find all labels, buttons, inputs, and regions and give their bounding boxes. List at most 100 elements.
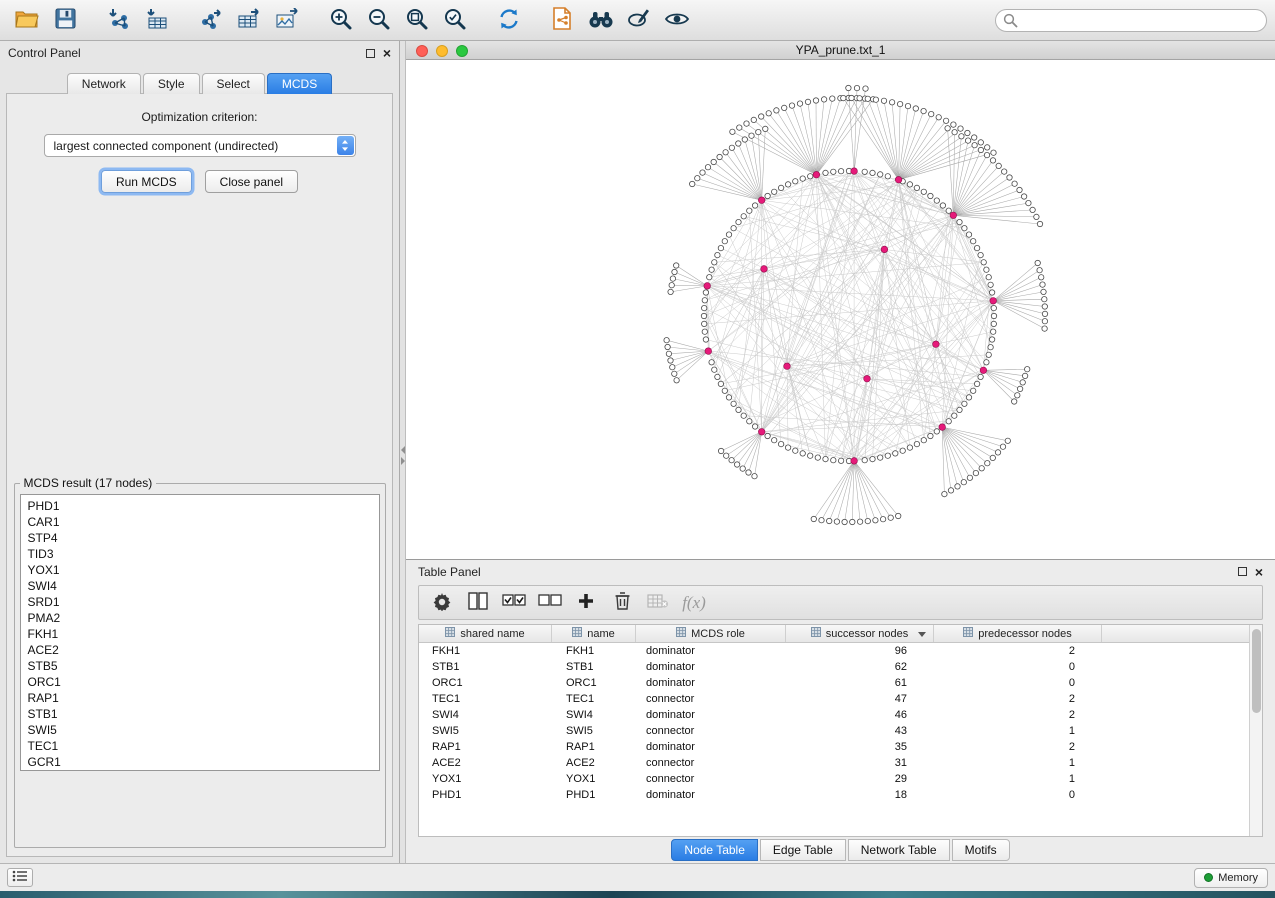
table-cell: 29 bbox=[786, 771, 934, 787]
tab-edge-table[interactable]: Edge Table bbox=[760, 839, 846, 861]
table-panel-tabs: Node TableEdge TableNetwork TableMotifs bbox=[406, 837, 1275, 863]
column-header-filler bbox=[1102, 625, 1249, 642]
table-row[interactable]: STB1STB1dominator620 bbox=[419, 659, 1249, 675]
binoculars-button[interactable] bbox=[582, 4, 620, 36]
sort-dropdown-icon[interactable] bbox=[918, 632, 926, 637]
float-table-panel-icon[interactable] bbox=[1238, 567, 1247, 576]
zoom-selected-button[interactable] bbox=[436, 4, 474, 36]
maximize-window-icon[interactable] bbox=[456, 45, 468, 57]
select-all-button[interactable] bbox=[499, 589, 529, 617]
mcds-result-item[interactable]: CAR1 bbox=[28, 514, 379, 530]
save-session-button[interactable] bbox=[46, 4, 84, 36]
export-document-button[interactable] bbox=[544, 4, 582, 36]
network-titlebar[interactable]: YPA_prune.txt_1 bbox=[406, 41, 1275, 60]
import-table-button[interactable] bbox=[138, 4, 176, 36]
mcds-result-item[interactable]: TID3 bbox=[28, 546, 379, 562]
splitter-collapse-icon[interactable] bbox=[400, 446, 406, 465]
close-panel-icon[interactable]: × bbox=[383, 48, 391, 58]
close-table-panel-icon[interactable]: × bbox=[1255, 567, 1263, 577]
minimize-window-icon[interactable] bbox=[436, 45, 448, 57]
table-row[interactable]: ORC1ORC1dominator610 bbox=[419, 675, 1249, 691]
zoom-fit-button[interactable] bbox=[398, 4, 436, 36]
export-image-button[interactable] bbox=[268, 4, 306, 36]
table-row[interactable]: TEC1TEC1connector472 bbox=[419, 691, 1249, 707]
list-icon bbox=[12, 870, 28, 885]
search-input[interactable] bbox=[995, 9, 1267, 32]
float-panel-icon[interactable] bbox=[366, 49, 375, 58]
table-row[interactable]: RAP1RAP1dominator352 bbox=[419, 739, 1249, 755]
refresh-button[interactable] bbox=[490, 4, 528, 36]
delete-column-button[interactable] bbox=[607, 589, 637, 617]
mcds-result-item[interactable]: RAP1 bbox=[28, 690, 379, 706]
table-body: FKH1FKH1dominator962STB1STB1dominator620… bbox=[419, 643, 1249, 836]
mcds-result-item[interactable]: TEC1 bbox=[28, 738, 379, 754]
criterion-dropdown[interactable]: largest connected component (undirected) bbox=[44, 134, 356, 157]
function-builder-button[interactable]: f(x) bbox=[679, 589, 709, 617]
panel-splitter[interactable] bbox=[400, 41, 406, 863]
tab-network-table[interactable]: Network Table bbox=[848, 839, 950, 861]
scrollbar-thumb[interactable] bbox=[1252, 629, 1261, 713]
split-panel-button[interactable] bbox=[463, 589, 493, 617]
deselect-all-button[interactable] bbox=[535, 589, 565, 617]
add-column-button[interactable] bbox=[571, 589, 601, 617]
task-history-button[interactable] bbox=[7, 868, 33, 887]
tab-node-table[interactable]: Node Table bbox=[671, 839, 758, 861]
table-cell: 46 bbox=[786, 707, 934, 723]
tab-mcds[interactable]: MCDS bbox=[267, 73, 332, 94]
dominator-node bbox=[758, 429, 765, 436]
tab-select[interactable]: Select bbox=[202, 73, 265, 94]
network-canvas[interactable] bbox=[406, 60, 1275, 559]
table-scrollbar[interactable] bbox=[1249, 625, 1262, 836]
mcds-result-item[interactable]: STB5 bbox=[28, 658, 379, 674]
close-window-icon[interactable] bbox=[416, 45, 428, 57]
zoom-in-button[interactable] bbox=[322, 4, 360, 36]
export-table-button[interactable] bbox=[230, 4, 268, 36]
table-settings-button[interactable] bbox=[427, 589, 457, 617]
table-row[interactable]: SWI5SWI5connector431 bbox=[419, 723, 1249, 739]
close-panel-button[interactable]: Close panel bbox=[205, 170, 298, 193]
table-cell: TEC1 bbox=[552, 691, 636, 707]
mcds-result-item[interactable]: PMA2 bbox=[28, 610, 379, 626]
mcds-result-item[interactable]: GCR1 bbox=[28, 754, 379, 770]
table-cell: connector bbox=[636, 771, 786, 787]
table-row[interactable]: PHD1PHD1dominator180 bbox=[419, 787, 1249, 803]
column-header-mcds-role[interactable]: MCDS role bbox=[636, 625, 786, 642]
tab-motifs[interactable]: Motifs bbox=[952, 839, 1010, 861]
table-row[interactable]: YOX1YOX1connector291 bbox=[419, 771, 1249, 787]
table-cell: 0 bbox=[934, 787, 1102, 803]
export-network-button[interactable] bbox=[192, 4, 230, 36]
tab-style[interactable]: Style bbox=[143, 73, 200, 94]
import-network-button[interactable] bbox=[100, 4, 138, 36]
annotation-button[interactable] bbox=[620, 4, 658, 36]
open-session-button[interactable] bbox=[8, 4, 46, 36]
column-header-successor-nodes[interactable]: successor nodes bbox=[786, 625, 934, 642]
delete-table-button-disabled[interactable] bbox=[643, 589, 673, 617]
column-header-predecessor-nodes[interactable]: predecessor nodes bbox=[934, 625, 1102, 642]
table-row[interactable]: FKH1FKH1dominator962 bbox=[419, 643, 1249, 659]
mcds-result-item[interactable]: SWI4 bbox=[28, 578, 379, 594]
mcds-result-item[interactable]: STB1 bbox=[28, 706, 379, 722]
optimization-criterion-label: Optimization criterion: bbox=[141, 110, 257, 124]
memory-status-icon bbox=[1204, 873, 1213, 882]
tab-network[interactable]: Network bbox=[67, 73, 141, 94]
mcds-result-item[interactable]: SRD1 bbox=[28, 594, 379, 610]
mcds-result-item[interactable]: SWI5 bbox=[28, 722, 379, 738]
zoom-out-button[interactable] bbox=[360, 4, 398, 36]
table-panel-title: Table Panel bbox=[418, 565, 481, 579]
mcds-result-item[interactable]: FKH1 bbox=[28, 626, 379, 642]
table-row[interactable]: SWI4SWI4dominator462 bbox=[419, 707, 1249, 723]
mcds-result-item[interactable]: YOX1 bbox=[28, 562, 379, 578]
table-cell: SWI5 bbox=[552, 723, 636, 739]
table-row[interactable]: ACE2ACE2connector311 bbox=[419, 755, 1249, 771]
show-details-button[interactable] bbox=[658, 4, 696, 36]
mcds-result-item[interactable]: ACE2 bbox=[28, 642, 379, 658]
mcds-result-item[interactable]: ORC1 bbox=[28, 674, 379, 690]
mcds-result-item[interactable]: PHD1 bbox=[28, 498, 379, 514]
column-header-shared-name[interactable]: shared name bbox=[419, 625, 552, 642]
memory-button[interactable]: Memory bbox=[1194, 868, 1268, 888]
mcds-result-item[interactable]: STP4 bbox=[28, 530, 379, 546]
column-header-name[interactable]: name bbox=[552, 625, 636, 642]
control-panel-tabs: NetworkStyleSelectMCDS bbox=[0, 73, 399, 94]
mcds-result-list[interactable]: PHD1CAR1STP4TID3YOX1SWI4SRD1PMA2FKH1ACE2… bbox=[20, 494, 380, 771]
run-mcds-button[interactable]: Run MCDS bbox=[101, 170, 192, 193]
